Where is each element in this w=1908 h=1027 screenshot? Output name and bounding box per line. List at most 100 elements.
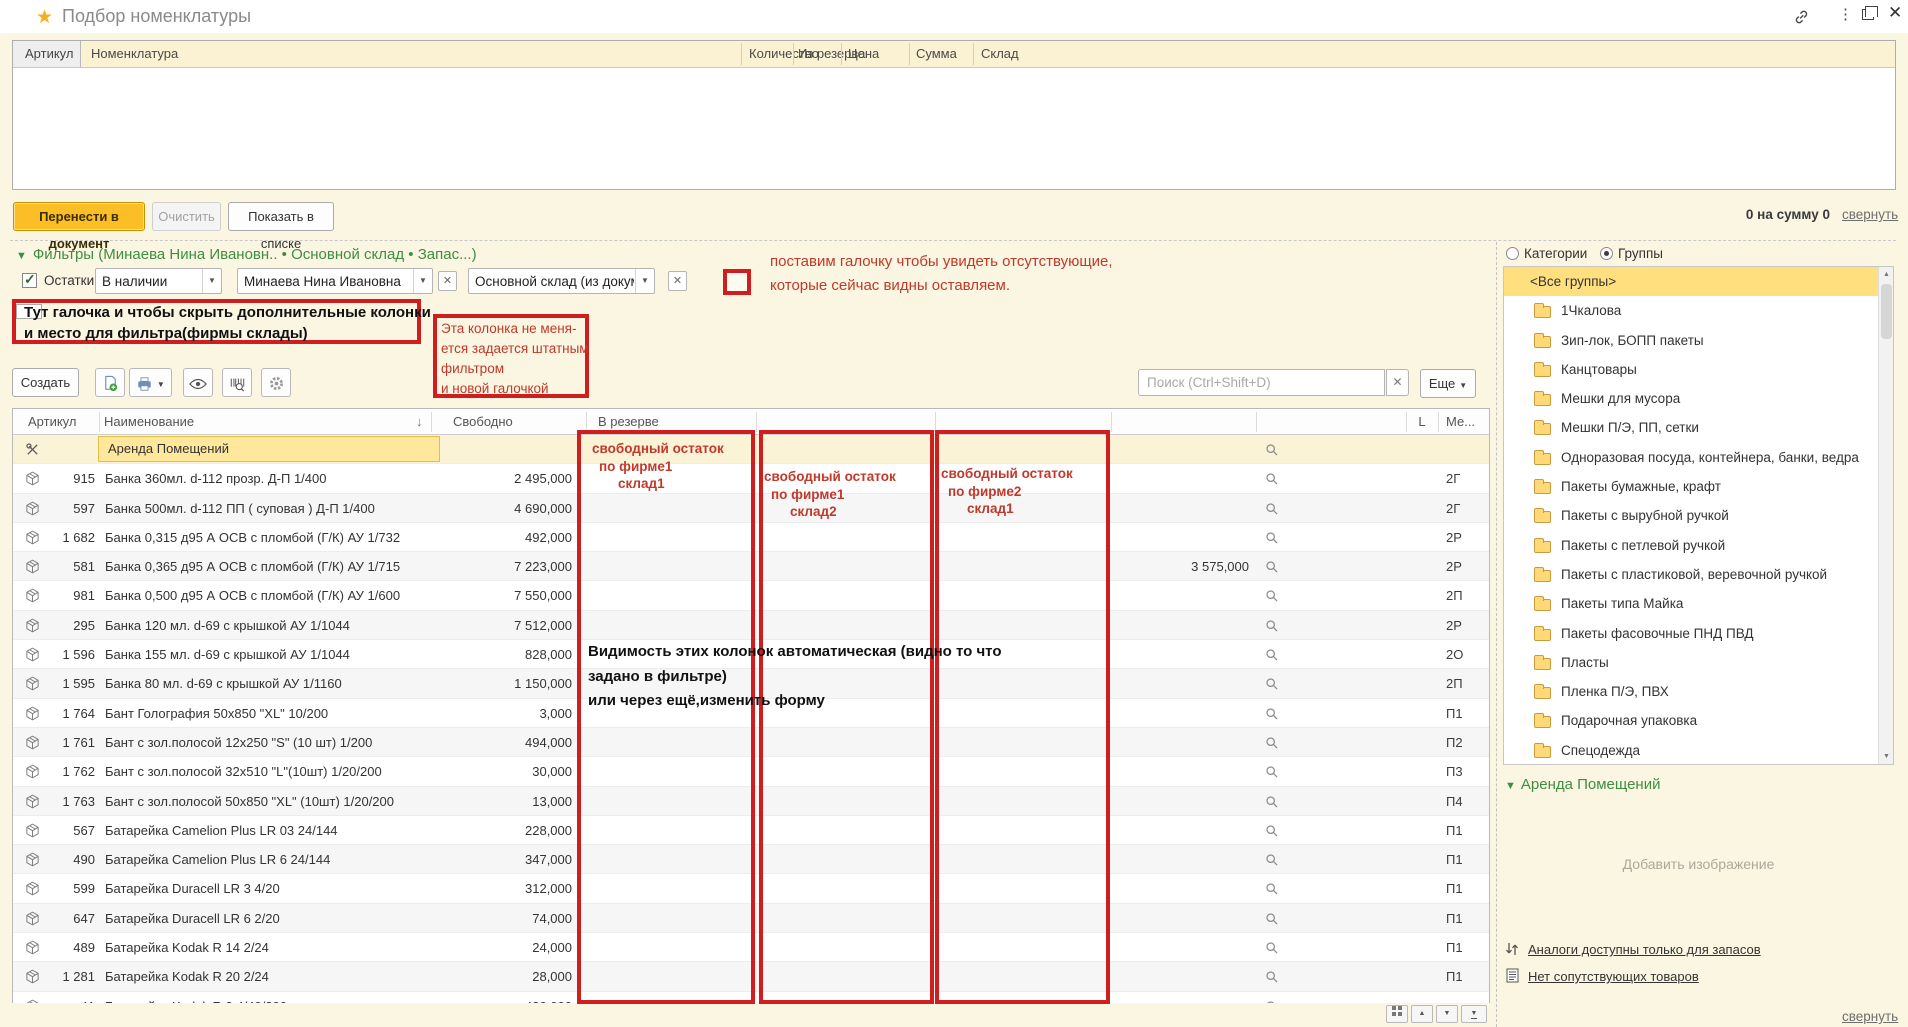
view-eye-icon[interactable] (183, 368, 213, 397)
scroll-down-icon[interactable]: ▼ (1879, 749, 1894, 764)
link-icon[interactable] (1792, 8, 1812, 26)
filters-header[interactable]: ▼Фильтры (Минаева Нина Ивановн.. • Основ… (16, 246, 477, 263)
free-cell: 7 550,000 (433, 581, 572, 610)
magnifier-icon[interactable] (1265, 933, 1283, 962)
menu-kebab-icon[interactable]: ⋮ (1838, 5, 1853, 23)
clear-person-filter-button[interactable]: ✕ (438, 271, 457, 291)
group-item[interactable]: Пакеты фасовочные ПНД ПВД (1504, 619, 1893, 648)
more-button[interactable]: Еще▼ (1420, 369, 1476, 398)
magnifier-icon[interactable] (1265, 669, 1283, 698)
group-item[interactable]: Пленка П/Э, ПВХ (1504, 677, 1893, 706)
group-item-all-groups[interactable]: <Все группы> (1504, 267, 1893, 296)
selected-name-cell[interactable]: Аренда Помещений (98, 436, 440, 462)
groups-radio[interactable] (1600, 247, 1613, 260)
group-item[interactable]: Мешки П/Э, ПП, сетки (1504, 413, 1893, 442)
magnifier-icon[interactable] (1265, 611, 1283, 640)
chevron-down-icon[interactable]: ▼ (202, 269, 221, 293)
selection-summary: 0 на сумму 0 (1690, 207, 1830, 222)
group-item[interactable]: Пакеты с петлевой ручкой (1504, 531, 1893, 560)
barcode-scan-icon[interactable] (222, 368, 252, 397)
group-item[interactable]: Пакеты с пластиковой, веревочной ручкой (1504, 560, 1893, 589)
search-field[interactable] (1139, 370, 1384, 395)
col-l[interactable]: L (1406, 409, 1438, 434)
favorite-star-icon[interactable]: ★ (36, 6, 53, 29)
col-article[interactable]: Артикул (13, 41, 81, 67)
restore-window-icon[interactable] (1862, 9, 1874, 20)
document-items-table[interactable]: Артикул Номенклатура Количество Из резер… (12, 40, 1896, 190)
magnifier-icon[interactable] (1265, 728, 1283, 757)
categories-radio[interactable] (1506, 247, 1519, 260)
magnifier-icon[interactable] (1265, 699, 1283, 728)
availability-select[interactable]: ▼ (95, 268, 222, 294)
create-button[interactable]: Создать (12, 368, 79, 397)
list-view-button[interactable] (1386, 1005, 1408, 1023)
magnifier-icon[interactable] (1265, 581, 1283, 610)
group-item[interactable]: Спецодежда (1504, 736, 1893, 765)
remains-checkbox[interactable] (22, 273, 37, 288)
col-warehouse[interactable]: Склад (981, 41, 1019, 67)
chevron-down-icon[interactable]: ▼ (635, 269, 654, 293)
magnifier-icon[interactable] (1265, 904, 1283, 933)
search-input[interactable] (1138, 369, 1385, 396)
magnifier-icon[interactable] (1265, 640, 1283, 669)
product-panel-header[interactable]: ▼Аренда Помещений (1505, 776, 1660, 793)
show-in-list-button[interactable]: Показать в списке (228, 202, 334, 231)
warehouse-filter-select[interactable]: ▼ (468, 268, 655, 294)
scroll-down-button[interactable]: ▼ (1436, 1005, 1458, 1023)
magnifier-icon[interactable] (1265, 845, 1283, 874)
group-item[interactable]: Пакеты с вырубной ручкой (1504, 501, 1893, 530)
magnifier-icon[interactable] (1265, 816, 1283, 845)
sort-descending-icon[interactable]: ↓ (416, 409, 423, 434)
availability-value[interactable] (102, 269, 201, 293)
magnifier-icon[interactable] (1265, 494, 1283, 523)
magnifier-icon[interactable] (1265, 552, 1283, 581)
group-item[interactable]: 1Чкалова (1504, 296, 1893, 325)
col-nomenclature[interactable]: Номенклатура (91, 41, 178, 67)
magnifier-icon[interactable] (1265, 787, 1283, 816)
col-name[interactable]: Наименование (104, 409, 194, 434)
collapse-panel-link[interactable]: свернуть (1842, 1009, 1898, 1024)
transfer-to-document-button[interactable]: Перенести в документ (13, 202, 145, 231)
close-icon[interactable]: ✕ (1888, 3, 1902, 23)
scrollbar[interactable]: ▲ ▼ (1878, 267, 1893, 764)
new-document-icon[interactable] (95, 368, 125, 397)
search-clear-icon[interactable]: ✕ (1386, 369, 1409, 396)
scroll-end-button[interactable]: ▼ (1461, 1005, 1487, 1023)
group-item[interactable]: Пласты (1504, 648, 1893, 677)
gear-icon[interactable] (261, 368, 291, 397)
clear-warehouse-filter-button[interactable]: ✕ (668, 271, 687, 291)
magnifier-icon[interactable] (1265, 992, 1283, 1003)
col-sum[interactable]: Сумма (916, 41, 957, 67)
warehouse-filter-value[interactable] (475, 269, 634, 293)
col-price[interactable]: Цена (848, 41, 879, 67)
magnifier-icon[interactable] (1265, 757, 1283, 786)
add-image-placeholder[interactable]: Добавить изображение (1503, 856, 1894, 872)
magnifier-icon[interactable] (1265, 435, 1283, 464)
group-item[interactable]: Пакеты бумажные, крафт (1504, 472, 1893, 501)
group-item[interactable]: Зип-лок, БОПП пакеты (1504, 326, 1893, 355)
group-item[interactable]: Мешки для мусора (1504, 384, 1893, 413)
scroll-up-button[interactable]: ▲ (1411, 1005, 1433, 1023)
scrollbar-thumb[interactable] (1881, 284, 1892, 339)
analogs-link[interactable]: Аналоги доступны только для запасов (1528, 942, 1761, 957)
col-me[interactable]: Ме... (1446, 409, 1475, 434)
magnifier-icon[interactable] (1265, 962, 1283, 991)
magnifier-icon[interactable] (1265, 523, 1283, 552)
group-item[interactable]: Одноразовая посуда, контейнера, банки, в… (1504, 443, 1893, 472)
person-filter-select[interactable]: ▼ (237, 268, 433, 294)
group-item[interactable]: Пакеты типа Майка (1504, 589, 1893, 618)
clear-button[interactable]: Очистить (152, 202, 221, 231)
chevron-down-icon[interactable]: ▼ (413, 269, 432, 293)
col-article[interactable]: Артикул (28, 409, 76, 434)
print-button[interactable]: ▼ (129, 368, 172, 397)
group-item[interactable]: Подарочная упаковка (1504, 706, 1893, 735)
person-filter-value[interactable] (244, 269, 412, 293)
group-item[interactable]: Канцтовары (1504, 355, 1893, 384)
collapse-link[interactable]: свернуть (1842, 207, 1898, 222)
groups-tree[interactable]: <Все группы>1ЧкаловаЗип-лок, БОПП пакеты… (1503, 266, 1894, 765)
magnifier-icon[interactable] (1265, 874, 1283, 903)
magnifier-icon[interactable] (1265, 464, 1283, 493)
related-products-link[interactable]: Нет сопутствующих товаров (1528, 969, 1699, 984)
col-free[interactable]: Свободно (453, 409, 513, 434)
scroll-up-icon[interactable]: ▲ (1879, 267, 1894, 282)
